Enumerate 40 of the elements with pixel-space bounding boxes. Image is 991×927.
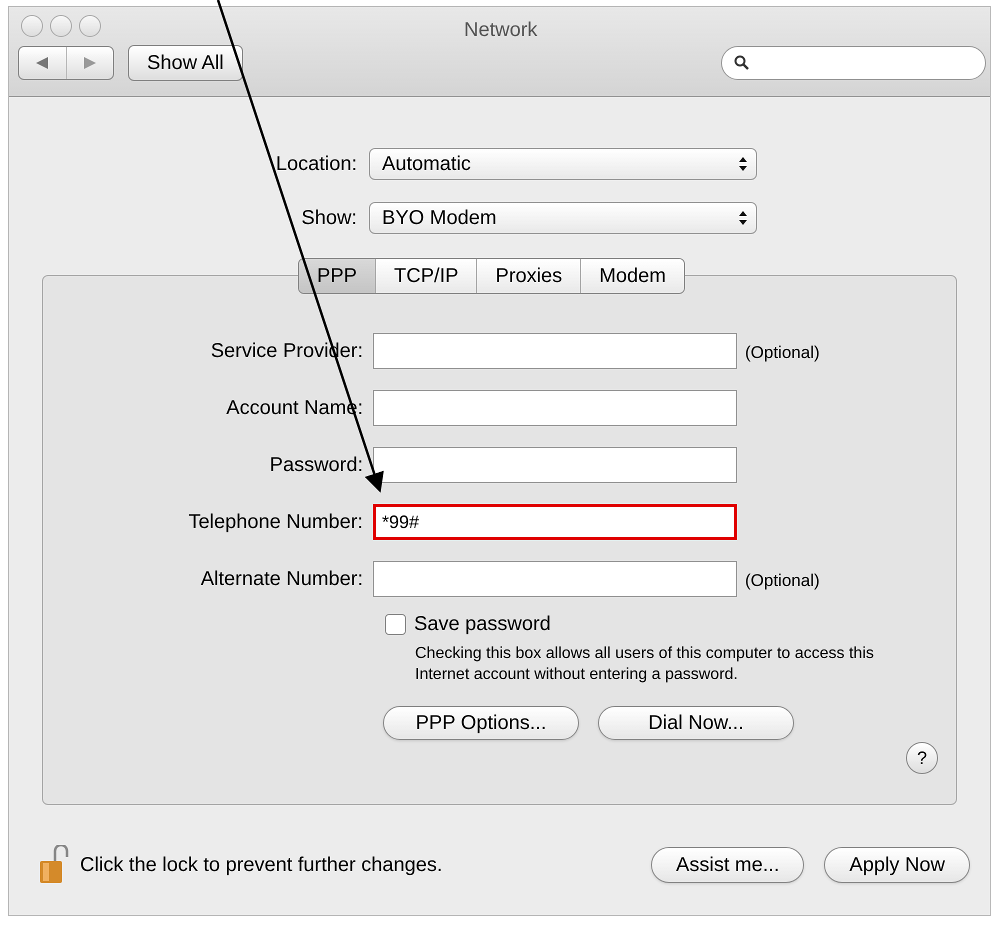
popup-button[interactable]: BYO Modem: [369, 202, 757, 234]
lock-message: Click the lock to prevent further changes.: [80, 853, 442, 878]
search-field[interactable]: [721, 46, 986, 80]
popup-button[interactable]: Automatic: [369, 148, 757, 180]
search-icon: [734, 55, 750, 71]
text-field[interactable]: [373, 561, 737, 597]
unlocked-padlock-icon: [40, 845, 70, 885]
text-field[interactable]: *99#: [373, 504, 737, 540]
footer-button[interactable]: Apply Now: [824, 847, 970, 883]
footer-button[interactable]: Assist me...: [651, 847, 804, 883]
field-label: Telephone Number:: [187, 510, 364, 535]
window-title: Network: [464, 18, 538, 43]
stepper-icon: [738, 209, 748, 227]
back-arrow-icon: [36, 57, 48, 69]
text-field[interactable]: [373, 447, 737, 483]
panel-button[interactable]: PPP Options...: [383, 706, 579, 740]
save-password-hint: Checking this box allows all users of this computer to access this Internet account without entering a password.: [415, 644, 875, 685]
text-field[interactable]: [373, 333, 737, 369]
panel-button[interactable]: Dial Now...: [598, 706, 794, 740]
popup-label: Location:: [274, 152, 358, 177]
popup-label: Show:: [300, 206, 358, 231]
field-label: Password:: [268, 453, 364, 478]
checkbox-label: Save password: [414, 612, 551, 637]
optional-note: (Optional): [745, 342, 820, 364]
text-field[interactable]: [373, 390, 737, 426]
tab[interactable]: PPP: [299, 259, 376, 293]
save-password-checkbox[interactable]: [385, 614, 406, 634]
show-all-button[interactable]: Show All: [128, 45, 243, 81]
help-button[interactable]: ?: [906, 742, 938, 774]
window-control-icon[interactable]: [79, 15, 101, 37]
tab[interactable]: Proxies: [477, 259, 582, 293]
window-control-icon[interactable]: [50, 15, 72, 37]
field-label: Alternate Number:: [200, 567, 364, 592]
stepper-icon: [738, 155, 748, 173]
tab[interactable]: TCP/IP: [376, 259, 478, 293]
back-forward-control[interactable]: [18, 46, 114, 80]
tab[interactable]: Modem: [581, 259, 684, 293]
forward-arrow-icon: [84, 57, 96, 69]
window-control-icon[interactable]: [21, 15, 43, 37]
optional-note: (Optional): [745, 570, 820, 592]
